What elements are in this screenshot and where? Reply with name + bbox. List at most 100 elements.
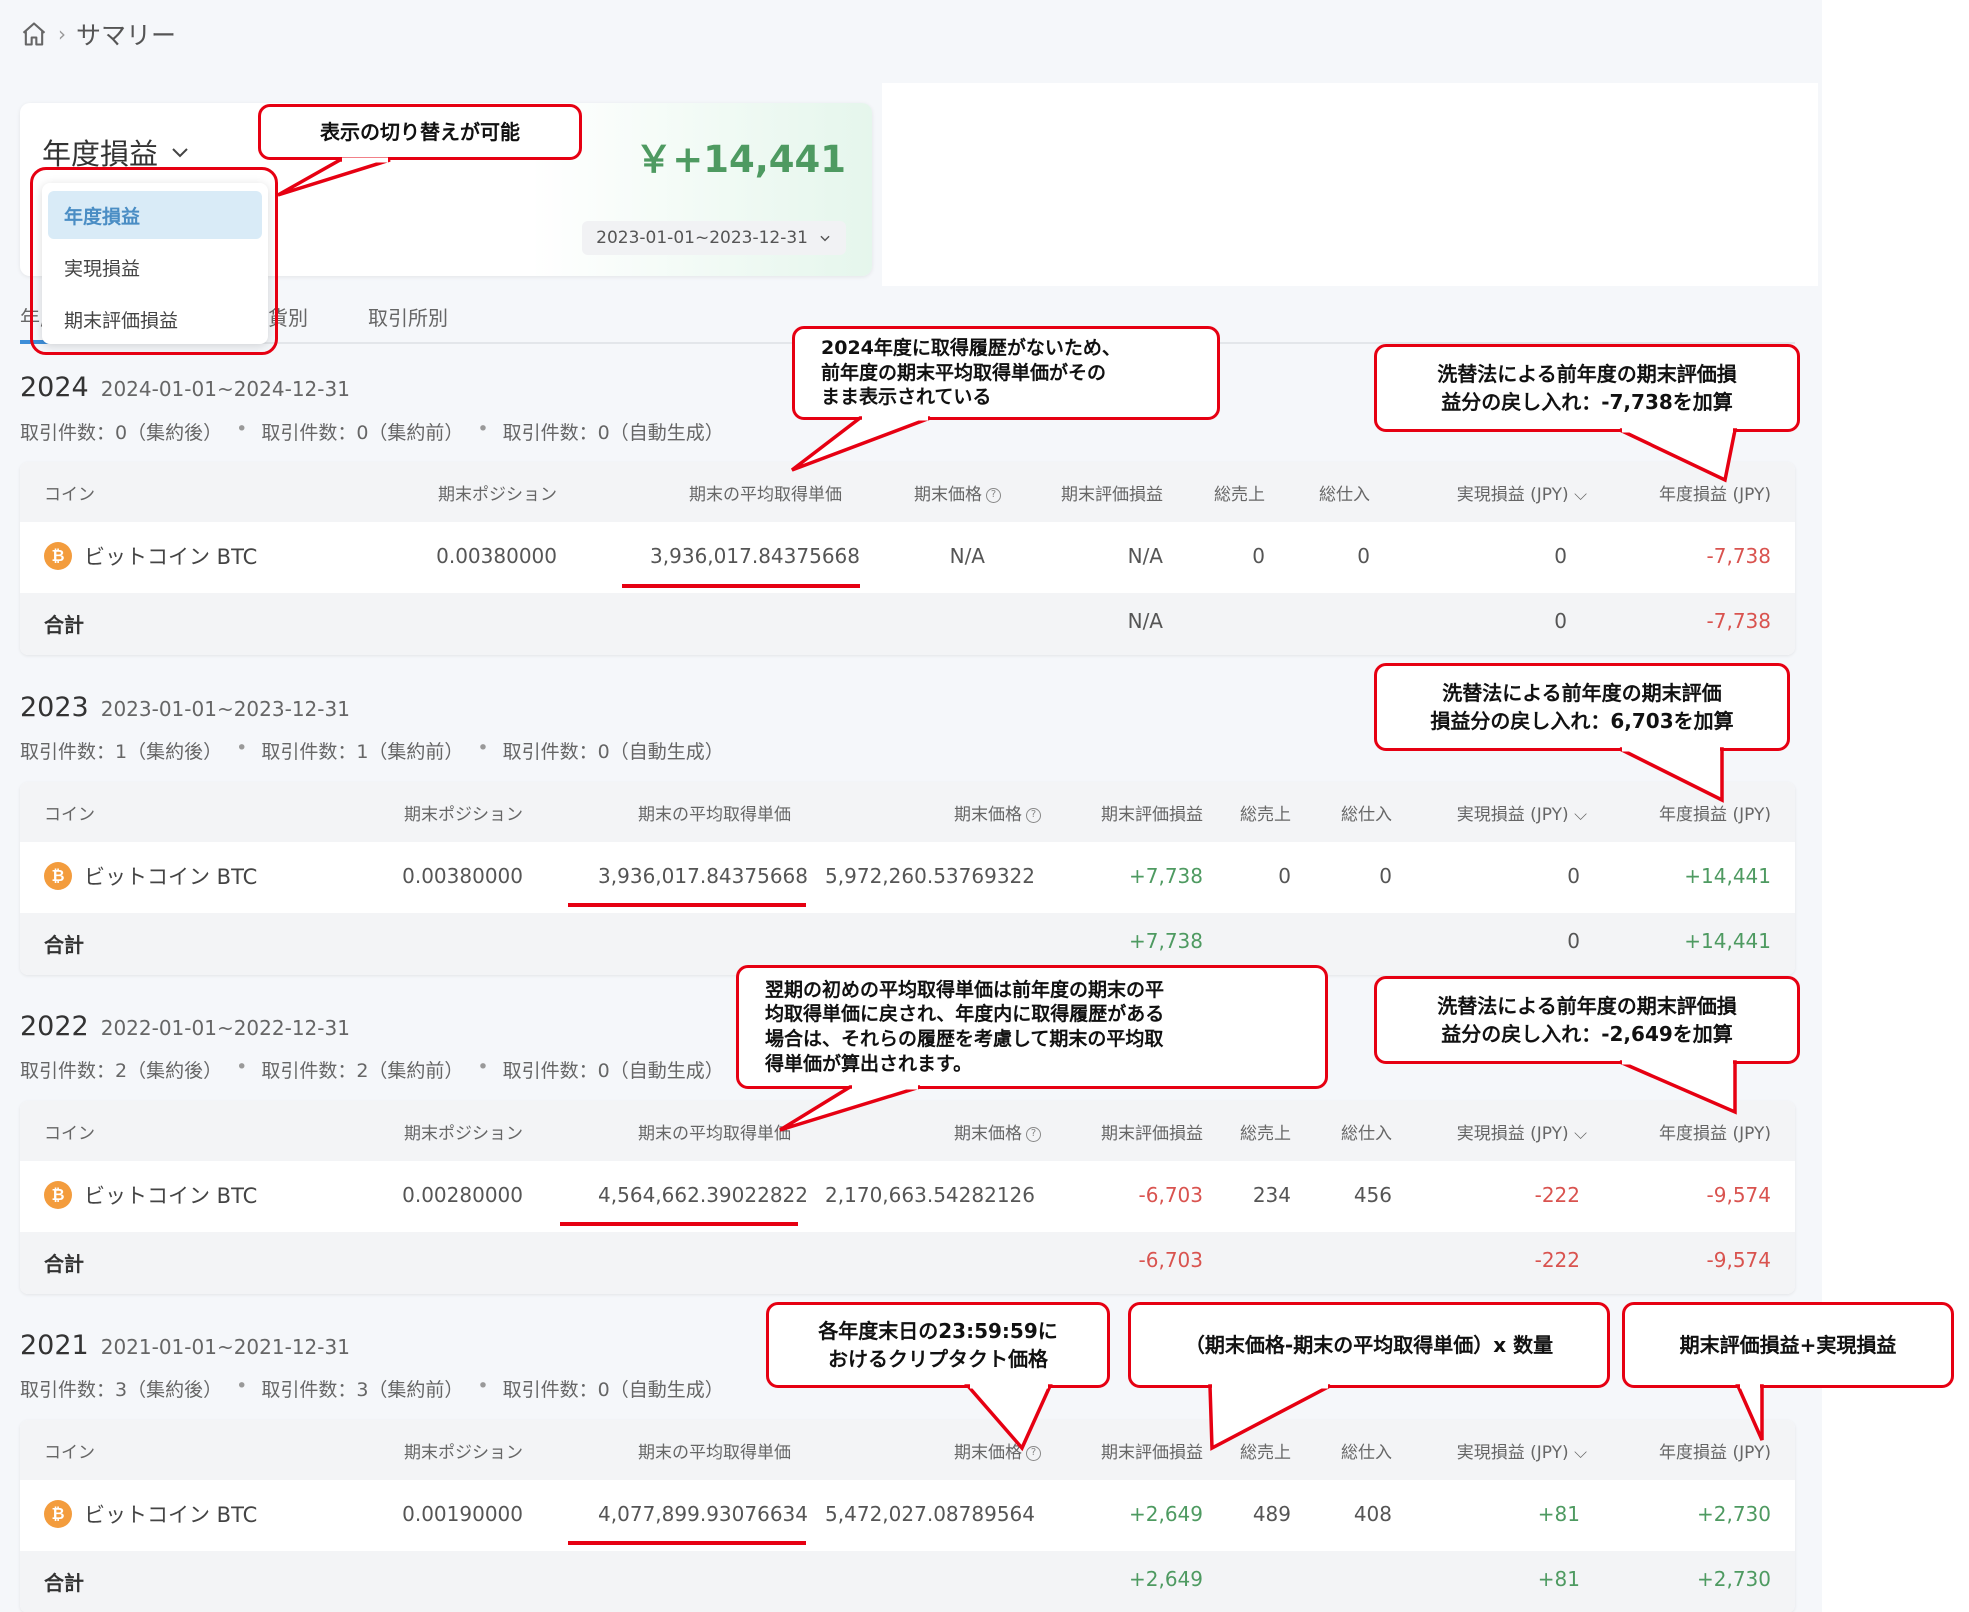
- summary-amount: ￥+14,441: [635, 138, 846, 181]
- col-purchases: 総仕入: [1319, 485, 1370, 505]
- transaction-counts-2023: 取引件数：1（集約後） • 取引件数：1（集約前） • 取引件数：0（自動生成）: [20, 737, 724, 764]
- col-purchases: 総仕入: [1341, 1443, 1392, 1463]
- callout-next-period: 翌期の初めの平均取得単価は前年度の期末の平 均取得単価に戻され、年度内に取得履歴…: [736, 965, 1328, 1089]
- count-raw: 取引件数：2（集約前）: [261, 1060, 464, 1082]
- help-icon[interactable]: ?: [1026, 1126, 1041, 1142]
- home-icon[interactable]: [20, 20, 48, 48]
- bitcoin-icon: ₿: [44, 862, 72, 890]
- count-raw: 取引件数：1（集約前）: [261, 741, 464, 763]
- col-position: 期末ポジション: [404, 1443, 523, 1463]
- transaction-counts-2021: 取引件数：3（集約後） • 取引件数：3（集約前） • 取引件数：0（自動生成）: [20, 1375, 724, 1402]
- col-realized[interactable]: 実現損益 (JPY) ⌵: [1457, 800, 1587, 825]
- total-label: 合計: [44, 613, 84, 637]
- year-range: 2021-01-01~2021-12-31: [100, 1335, 350, 1359]
- year-header-2021: 2021 2021-01-01~2021-12-31: [20, 1330, 350, 1361]
- count-raw: 取引件数：0（集約前）: [261, 422, 464, 444]
- cell-annual: -9,574: [1706, 1183, 1771, 1207]
- coin-cell[interactable]: ₿ ビットコイン BTC: [44, 861, 257, 891]
- cell-price: 5,472,027.08789564: [825, 1502, 1035, 1526]
- year-range: 2022-01-01~2022-12-31: [100, 1016, 350, 1040]
- cell-price: 2,170,663.54282126: [825, 1183, 1035, 1207]
- separator-dot: •: [236, 418, 248, 440]
- cell-unrealized: N/A: [1127, 544, 1163, 568]
- total-unrealized: N/A: [1127, 609, 1163, 633]
- col-price: 期末価格?: [914, 480, 1001, 505]
- chevron-right-icon: ›: [58, 22, 66, 46]
- col-coin: コイン: [44, 485, 95, 505]
- cell-annual: -7,738: [1706, 544, 1771, 568]
- col-purchases: 総仕入: [1341, 1124, 1392, 1144]
- year-title: 2021: [20, 1330, 89, 1361]
- year-header-2024: 2024 2024-01-01~2024-12-31: [20, 372, 350, 403]
- col-sales: 総売上: [1240, 805, 1291, 825]
- chevron-down-icon: ⌵: [1574, 1124, 1587, 1144]
- callout-switch: 表示の切り替えが可能: [258, 104, 582, 160]
- bitcoin-icon: ₿: [44, 1500, 72, 1528]
- table-footer: [20, 1232, 1795, 1294]
- separator-dot: •: [236, 737, 248, 759]
- cell-sales: 489: [1252, 1502, 1291, 1526]
- table-footer: [20, 593, 1795, 655]
- bitcoin-icon: ₿: [44, 1181, 72, 1209]
- table-2024: コイン 期末ポジション 期末の平均取得単価 期末価格? 期末評価損益 総売上 総…: [20, 462, 1795, 655]
- table-2023: コイン 期末ポジション 期末の平均取得単価 期末価格? 期末評価損益 総売上 総…: [20, 782, 1795, 975]
- cell-sales: 234: [1252, 1183, 1291, 1207]
- total-unrealized: -6,703: [1138, 1248, 1203, 1272]
- date-range-label: 2023-01-01~2023-12-31: [596, 228, 808, 248]
- count-auto: 取引件数：0（自動生成）: [502, 422, 724, 444]
- cell-realized: -222: [1534, 1183, 1580, 1207]
- col-unrealized: 期末評価損益: [1101, 1443, 1203, 1463]
- callout-reversal-2022: 洗替法による前年度の期末評価損 益分の戻し入れ：-2,649を加算: [1374, 976, 1800, 1064]
- total-realized: 0: [1554, 609, 1567, 633]
- help-icon[interactable]: ?: [1026, 1445, 1041, 1461]
- total-label: 合計: [44, 933, 84, 957]
- tab-exchange[interactable]: 取引所別: [368, 302, 448, 331]
- cell-unrealized: +7,738: [1128, 864, 1203, 888]
- coin-cell[interactable]: ₿ ビットコイン BTC: [44, 1180, 257, 1210]
- col-realized[interactable]: 実現損益 (JPY) ⌵: [1457, 1438, 1587, 1463]
- highlight-underline: [568, 1541, 806, 1545]
- separator-dot: •: [477, 1375, 489, 1397]
- chart-panel: [882, 83, 1818, 286]
- bitcoin-icon: ₿: [44, 542, 72, 570]
- col-coin: コイン: [44, 1443, 95, 1463]
- cell-realized: 0: [1567, 864, 1580, 888]
- cell-avg-cost: 4,077,899.93076634: [598, 1502, 808, 1526]
- count-raw: 取引件数：3（集約前）: [261, 1379, 464, 1401]
- col-sales: 総売上: [1240, 1124, 1291, 1144]
- separator-dot: •: [477, 737, 489, 759]
- cell-purchases: 456: [1353, 1183, 1392, 1207]
- breadcrumb-current: サマリー: [76, 21, 177, 50]
- col-position: 期末ポジション: [404, 805, 523, 825]
- chevron-down-icon: ⌵: [1574, 485, 1587, 505]
- total-annual: -7,738: [1706, 609, 1771, 633]
- total-realized: -222: [1534, 1248, 1580, 1272]
- callout-reversal-2023: 洗替法による前年度の期末評価 損益分の戻し入れ：6,703を加算: [1374, 663, 1790, 751]
- separator-dot: •: [477, 1056, 489, 1078]
- col-position: 期末ポジション: [404, 1124, 523, 1144]
- coin-name: ビットコイン BTC: [84, 865, 258, 889]
- col-realized[interactable]: 実現損益 (JPY) ⌵: [1457, 1119, 1587, 1144]
- col-coin: コイン: [44, 805, 95, 825]
- col-unrealized: 期末評価損益: [1101, 805, 1203, 825]
- help-icon[interactable]: ?: [1026, 807, 1041, 823]
- cell-sales: 0: [1278, 864, 1291, 888]
- cell-price: N/A: [949, 544, 985, 568]
- total-realized: +81: [1537, 1567, 1580, 1591]
- help-icon[interactable]: ?: [986, 487, 1001, 503]
- chevron-down-icon: ⌵: [1574, 805, 1587, 825]
- count-aggregated: 取引件数：0（集約後）: [20, 422, 223, 444]
- count-auto: 取引件数：0（自動生成）: [502, 741, 724, 763]
- chevron-down-icon: [172, 148, 188, 158]
- col-realized[interactable]: 実現損益 (JPY) ⌵: [1457, 480, 1587, 505]
- cell-position: 0.00280000: [402, 1183, 523, 1207]
- date-range-selector[interactable]: 2023-01-01~2023-12-31: [582, 221, 846, 255]
- callout-price-note: 各年度末日の23:59:59に おけるクリプタクト価格: [766, 1302, 1110, 1388]
- breadcrumb: › サマリー: [20, 14, 176, 54]
- coin-cell[interactable]: ₿ ビットコイン BTC: [44, 541, 257, 571]
- coin-name: ビットコイン BTC: [84, 545, 258, 569]
- coin-cell[interactable]: ₿ ビットコイン BTC: [44, 1499, 257, 1529]
- col-avg-cost: 期末の平均取得単価: [689, 485, 842, 505]
- col-annual: 年度損益 (JPY): [1659, 805, 1771, 825]
- cell-sales: 0: [1252, 544, 1265, 568]
